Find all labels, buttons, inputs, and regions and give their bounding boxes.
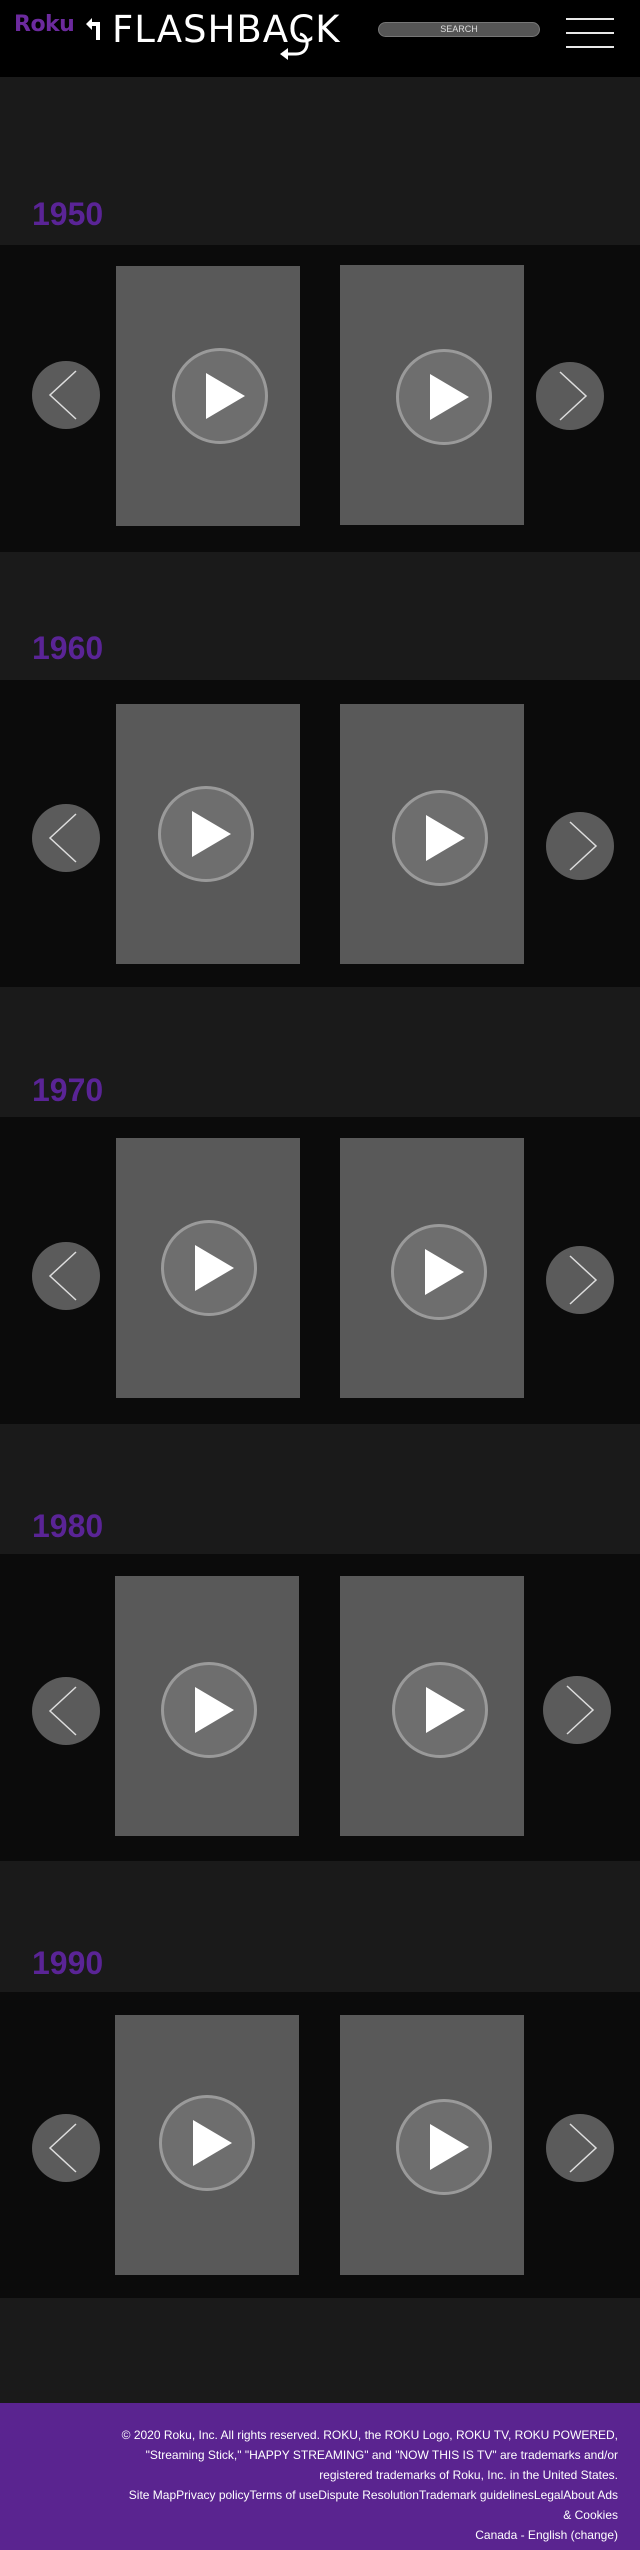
carousel: [0, 680, 640, 987]
site-header: Roku FLASHBACK SEARCH: [0, 0, 640, 77]
decade-heading: 1980: [32, 1508, 104, 1544]
carousel-prev-button[interactable]: [32, 1677, 100, 1745]
carousel: [0, 245, 640, 552]
play-icon[interactable]: [396, 349, 492, 445]
video-card[interactable]: [340, 1576, 524, 1836]
decade-heading: 1950: [32, 196, 104, 232]
carousel-next-button[interactable]: [546, 812, 614, 880]
footer-link-ads-cookies[interactable]: About Ads & Cookies: [563, 2488, 618, 2522]
carousel-prev-button[interactable]: [32, 1242, 100, 1310]
copyright-text: © 2020 Roku, Inc. All rights reserved. R…: [121, 2428, 618, 2482]
footer-link-privacy[interactable]: Privacy policy: [176, 2488, 249, 2502]
footer-link-site-map[interactable]: Site Map: [129, 2488, 176, 2502]
carousel-prev-button[interactable]: [32, 361, 100, 429]
carousel-next-button[interactable]: [536, 362, 604, 430]
play-icon[interactable]: [396, 2099, 492, 2195]
spacer-band: [0, 2298, 640, 2403]
carousel-next-button[interactable]: [546, 2114, 614, 2182]
play-icon[interactable]: [392, 1662, 488, 1758]
carousel-prev-button[interactable]: [32, 804, 100, 872]
carousel: [0, 1992, 640, 2298]
decade-heading: 1970: [32, 1072, 104, 1108]
decade-heading: 1960: [32, 630, 104, 666]
play-icon[interactable]: [161, 1220, 257, 1316]
footer-link-trademark[interactable]: Trademark guidelines: [419, 2488, 534, 2502]
flashback-loop-icon: [280, 32, 309, 60]
footer-link-dispute[interactable]: Dispute Resolution: [318, 2488, 419, 2502]
site-footer: © 2020 Roku, Inc. All rights reserved. R…: [0, 2403, 640, 2550]
play-icon[interactable]: [158, 786, 254, 882]
play-icon[interactable]: [172, 348, 268, 444]
search-input[interactable]: SEARCH: [378, 22, 540, 37]
carousel-prev-button[interactable]: [32, 2114, 100, 2182]
roku-logo[interactable]: Roku: [14, 12, 75, 37]
footer-link-terms[interactable]: Terms of use: [250, 2488, 319, 2502]
footer-link-legal[interactable]: Legal: [534, 2488, 563, 2502]
flashback-arrow-icon: [86, 18, 100, 40]
play-icon[interactable]: [392, 790, 488, 886]
video-card[interactable]: [340, 704, 524, 964]
footer-links: Site MapPrivacy policyTerms of useDisput…: [120, 2485, 618, 2525]
play-icon[interactable]: [161, 1662, 257, 1758]
video-card[interactable]: [115, 1576, 299, 1836]
video-card[interactable]: [340, 2015, 524, 2275]
locale-selector[interactable]: Canada - English (change): [120, 2525, 618, 2545]
video-card[interactable]: [116, 1138, 300, 1398]
decade-heading: 1990: [32, 1945, 104, 1981]
video-card[interactable]: [115, 2015, 299, 2275]
video-card[interactable]: [340, 265, 524, 525]
play-icon[interactable]: [159, 2095, 255, 2191]
video-card[interactable]: [340, 1138, 524, 1398]
play-icon[interactable]: [391, 1224, 487, 1320]
carousel-next-button[interactable]: [546, 1246, 614, 1314]
video-card[interactable]: [116, 266, 300, 526]
menu-icon[interactable]: [566, 16, 614, 50]
carousel-next-button[interactable]: [543, 1676, 611, 1744]
carousel: [0, 1554, 640, 1861]
carousel: [0, 1117, 640, 1424]
video-card[interactable]: [116, 704, 300, 964]
